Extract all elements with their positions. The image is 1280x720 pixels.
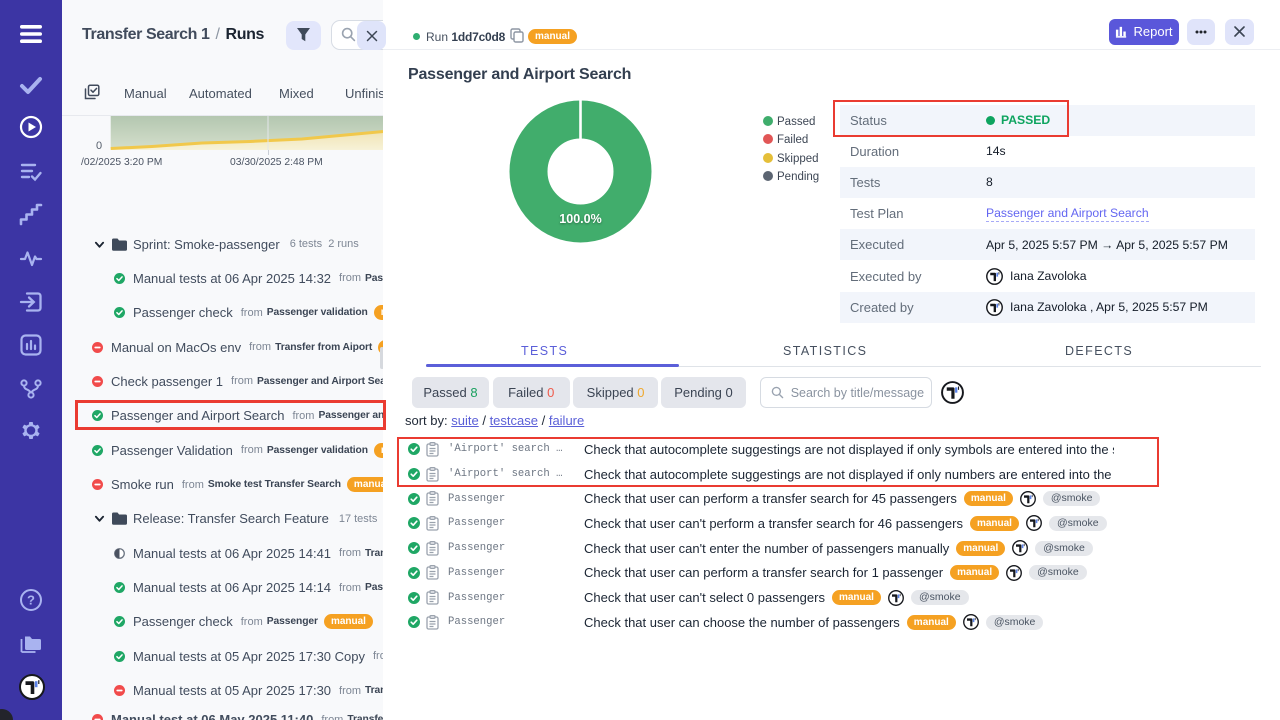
svg-text:?: ?: [27, 593, 35, 608]
svg-text:100.0%: 100.0%: [559, 212, 601, 226]
